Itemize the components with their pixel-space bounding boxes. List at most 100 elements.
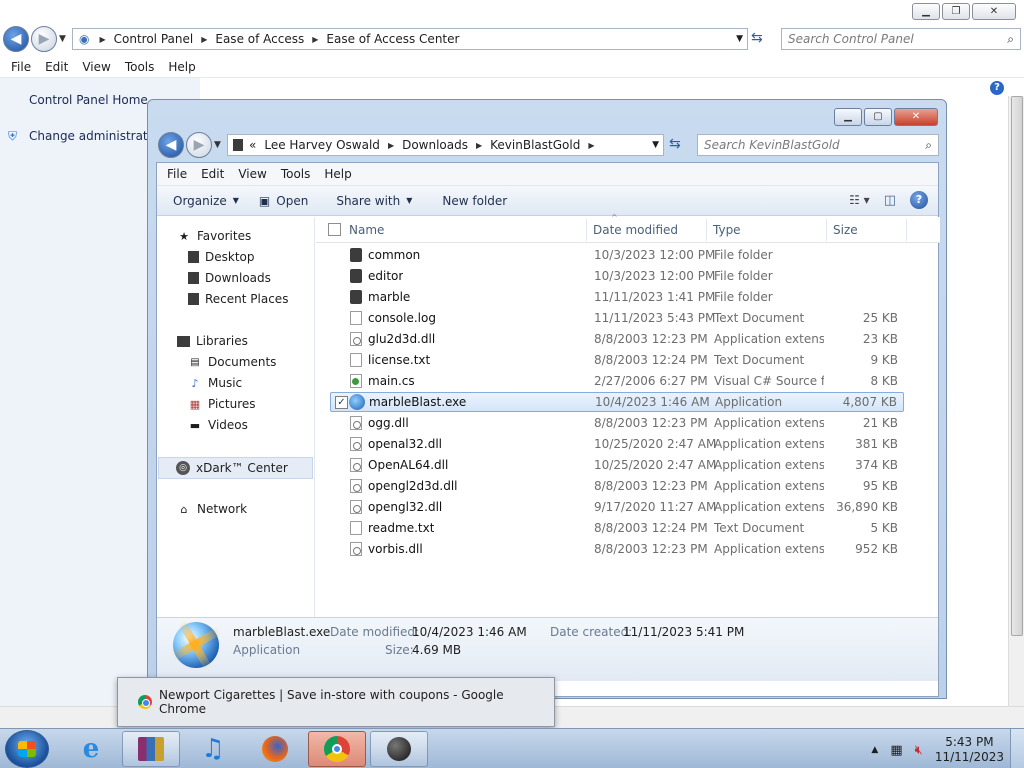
- organize-button[interactable]: Organize ▼: [157, 194, 249, 208]
- column-divider[interactable]: [586, 219, 587, 241]
- refresh-icon[interactable]: ⇆: [751, 30, 763, 46]
- help-icon[interactable]: ?: [990, 81, 1004, 95]
- show-hidden-icons-chevron-icon[interactable]: ▲: [871, 745, 878, 755]
- back-button[interactable]: ◀: [3, 26, 29, 52]
- refresh-icon[interactable]: ⇆: [669, 136, 681, 152]
- search-icon[interactable]: ⌕: [925, 138, 932, 153]
- nav-xdark-center[interactable]: ◎ xDark™ Center: [158, 457, 313, 479]
- explorer-search-input[interactable]: Search KevinBlastGold ⌕: [697, 134, 939, 156]
- table-row[interactable]: readme.txt 8/8/2003 12:24 PM Text Document…: [330, 518, 904, 538]
- breadcrumb-control-panel[interactable]: Control Panel: [114, 32, 194, 46]
- taskbar-firefox[interactable]: [246, 731, 304, 767]
- menu-view[interactable]: View: [231, 167, 273, 181]
- column-date-modified[interactable]: Date modified: [593, 223, 678, 237]
- table-row[interactable]: ✓ marbleBlast.exe 10/4/2023 1:46 AM Applica…: [330, 392, 904, 412]
- column-size[interactable]: Size: [833, 223, 858, 237]
- row-checkbox[interactable]: ✓: [335, 395, 348, 409]
- minimize-button[interactable]: ▁: [912, 3, 940, 20]
- start-button[interactable]: [5, 730, 49, 768]
- table-row[interactable]: console.log 11/11/2023 5:43 PM Text Docume…: [330, 308, 904, 328]
- menu-view[interactable]: View: [75, 60, 117, 74]
- control-panel-search-input[interactable]: Search Control Panel ⌕: [781, 28, 1021, 50]
- close-button[interactable]: ✕: [972, 3, 1016, 20]
- column-divider[interactable]: [906, 219, 907, 241]
- recent-pages-dropdown-icon[interactable]: ▼: [59, 34, 66, 44]
- clock[interactable]: 5:43 PM 11/11/2023: [935, 735, 1004, 765]
- taskbar-chrome[interactable]: [308, 731, 366, 767]
- column-type[interactable]: Type: [713, 223, 741, 237]
- restore-button[interactable]: ❐: [942, 3, 970, 20]
- breadcrumb-overflow[interactable]: «: [249, 138, 256, 152]
- table-row[interactable]: ogg.dll 8/8/2003 12:23 PM Application exte…: [330, 413, 904, 433]
- open-button[interactable]: ▣ Open: [249, 194, 318, 208]
- table-row[interactable]: vorbis.dll 8/8/2003 12:23 PM Application e…: [330, 539, 904, 559]
- scrollbar-thumb[interactable]: [1011, 96, 1023, 636]
- breadcrumb-kevinblastgold[interactable]: KevinBlastGold: [490, 138, 580, 152]
- forward-button[interactable]: ▶: [31, 26, 57, 52]
- preview-pane-icon[interactable]: ◫: [884, 193, 896, 208]
- nav-music[interactable]: ♪ Music: [188, 376, 242, 390]
- table-row[interactable]: editor 10/3/2023 12:00 PM File folder: [330, 266, 904, 286]
- menu-edit[interactable]: Edit: [38, 60, 75, 74]
- help-icon[interactable]: ?: [910, 191, 928, 209]
- control-panel-home-link[interactable]: Control Panel Home: [29, 93, 148, 107]
- forward-button[interactable]: ▶: [186, 132, 212, 158]
- minimize-button[interactable]: ▁: [834, 108, 862, 126]
- select-all-checkbox[interactable]: [328, 223, 341, 236]
- column-name[interactable]: Name: [349, 223, 384, 237]
- taskbar-winrar[interactable]: [122, 731, 180, 767]
- nav-downloads[interactable]: Downloads: [188, 271, 271, 285]
- network-status-icon[interactable]: ▦: [890, 743, 902, 758]
- address-dropdown-icon[interactable]: ▼: [736, 34, 743, 44]
- table-row[interactable]: glu2d3d.dll 8/8/2003 12:23 PM Application …: [330, 329, 904, 349]
- share-with-button[interactable]: Share with ▼: [318, 194, 422, 208]
- breadcrumb-downloads[interactable]: Downloads: [402, 138, 468, 152]
- column-divider[interactable]: [826, 219, 827, 241]
- nav-videos[interactable]: ▬ Videos: [188, 418, 248, 432]
- nav-documents[interactable]: ▤ Documents: [188, 355, 276, 369]
- change-administrative-link[interactable]: Change administrative: [29, 129, 165, 143]
- menu-edit[interactable]: Edit: [194, 167, 231, 181]
- volume-muted-icon[interactable]: 🔇︎: [915, 743, 923, 758]
- search-icon[interactable]: ⌕: [1007, 32, 1014, 47]
- table-row[interactable]: openal32.dll 10/25/2020 2:47 AM Applicatio…: [330, 434, 904, 454]
- taskbar-itunes[interactable]: ♫: [184, 731, 242, 767]
- taskbar-marbleblast[interactable]: [370, 731, 428, 767]
- menu-file[interactable]: File: [160, 167, 194, 181]
- breadcrumb-ease-of-access-center[interactable]: Ease of Access Center: [326, 32, 459, 46]
- nav-libraries[interactable]: Libraries: [177, 334, 248, 348]
- taskbar-internet-explorer[interactable]: e: [62, 731, 120, 767]
- breadcrumb-ease-of-access[interactable]: Ease of Access: [215, 32, 304, 46]
- address-dropdown-icon[interactable]: ▼: [652, 140, 659, 150]
- table-row[interactable]: common 10/3/2023 12:00 PM File folder: [330, 245, 904, 265]
- menu-tools[interactable]: Tools: [274, 167, 318, 181]
- table-row[interactable]: license.txt 8/8/2003 12:24 PM Text Documen…: [330, 350, 904, 370]
- show-desktop-button[interactable]: [1010, 729, 1024, 768]
- view-options-icon[interactable]: ☷ ▾: [849, 193, 870, 207]
- menu-tools[interactable]: Tools: [118, 60, 162, 74]
- recent-pages-dropdown-icon[interactable]: ▼: [214, 140, 221, 150]
- nav-desktop[interactable]: Desktop: [188, 250, 255, 264]
- menu-help[interactable]: Help: [317, 167, 358, 181]
- nav-favorites[interactable]: ★ Favorites: [177, 229, 251, 243]
- table-row[interactable]: marble 11/11/2023 1:41 PM File folder: [330, 287, 904, 307]
- table-row[interactable]: opengl2d3d.dll 8/8/2003 12:23 PM Applicati…: [330, 476, 904, 496]
- menu-file[interactable]: File: [4, 60, 38, 74]
- control-panel-address-bar[interactable]: ◉ ▶ Control Panel ▶ Ease of Access ▶ Eas…: [72, 28, 748, 50]
- back-button[interactable]: ◀: [158, 132, 184, 158]
- explorer-address-bar[interactable]: « Lee Harvey Oswald ▶ Downloads ▶ KevinB…: [227, 134, 664, 156]
- breadcrumb-user[interactable]: Lee Harvey Oswald: [264, 138, 380, 152]
- table-row[interactable]: main.cs 2/27/2006 6:27 PM Visual C# Source…: [330, 371, 904, 391]
- new-folder-button[interactable]: New folder: [422, 194, 517, 208]
- close-button[interactable]: ✕: [894, 108, 938, 126]
- menu-help[interactable]: Help: [161, 60, 202, 74]
- nav-pictures[interactable]: ▦ Pictures: [188, 397, 256, 411]
- nav-network[interactable]: ⌂ Network: [177, 502, 248, 516]
- control-panel-scrollbar[interactable]: [1008, 96, 1024, 706]
- nav-recent-places[interactable]: Recent Places: [188, 292, 288, 306]
- column-divider[interactable]: [706, 219, 707, 241]
- maximize-button[interactable]: ▢: [864, 108, 892, 126]
- chrome-taskbar-preview[interactable]: Newport Cigarettes | Save in-store with …: [117, 677, 555, 727]
- table-row[interactable]: OpenAL64.dll 10/25/2020 2:47 AM Applicatio…: [330, 455, 904, 475]
- table-row[interactable]: opengl32.dll 9/17/2020 11:27 AM Applicatio…: [330, 497, 904, 517]
